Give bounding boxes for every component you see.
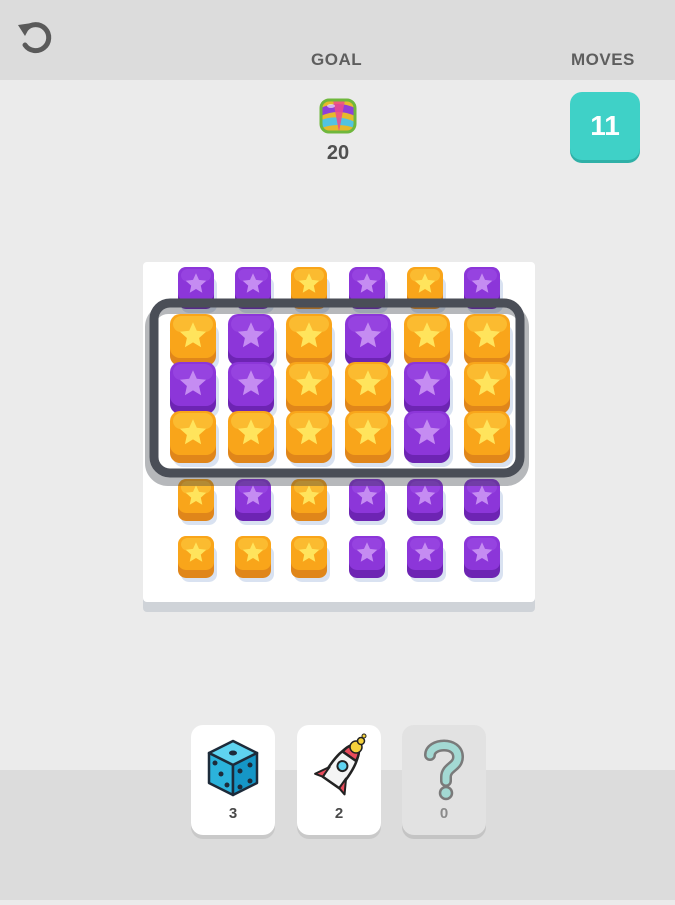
hint-count: 0	[439, 805, 449, 822]
tile-orange[interactable]	[286, 314, 335, 370]
hint-booster[interactable]: 0	[402, 725, 486, 835]
tile-orange[interactable]	[404, 314, 453, 370]
dice-icon	[207, 739, 259, 797]
question-icon	[424, 739, 465, 801]
rocket-icon	[314, 733, 367, 796]
tile-purple[interactable]	[170, 362, 219, 418]
tile-orange[interactable]	[228, 411, 277, 467]
tile-orange[interactable]	[345, 411, 394, 467]
tile-orange[interactable]	[170, 411, 219, 467]
dice-count: 3	[228, 805, 238, 822]
tile-orange[interactable]	[464, 411, 513, 467]
tile-orange[interactable]	[291, 536, 330, 582]
tile-purple[interactable]	[228, 314, 277, 370]
tile-orange[interactable]	[464, 314, 513, 370]
tile-purple[interactable]	[345, 314, 394, 370]
tile-purple[interactable]	[404, 411, 453, 467]
tile-orange[interactable]	[170, 314, 219, 370]
tile-orange[interactable]	[235, 536, 274, 582]
tile-orange[interactable]	[286, 362, 335, 418]
dice-booster[interactable]: 3	[191, 725, 275, 835]
tile-purple[interactable]	[407, 536, 446, 582]
rocket-count: 2	[334, 805, 344, 822]
tile-purple[interactable]	[349, 536, 388, 582]
tile-purple[interactable]	[228, 362, 277, 418]
tile-orange[interactable]	[178, 536, 217, 582]
tile-orange[interactable]	[345, 362, 394, 418]
tile-orange[interactable]	[286, 411, 335, 467]
tile-orange[interactable]	[464, 362, 513, 418]
tile-purple[interactable]	[404, 362, 453, 418]
rocket-booster[interactable]: 2	[297, 725, 381, 835]
tile-purple[interactable]	[464, 536, 503, 582]
